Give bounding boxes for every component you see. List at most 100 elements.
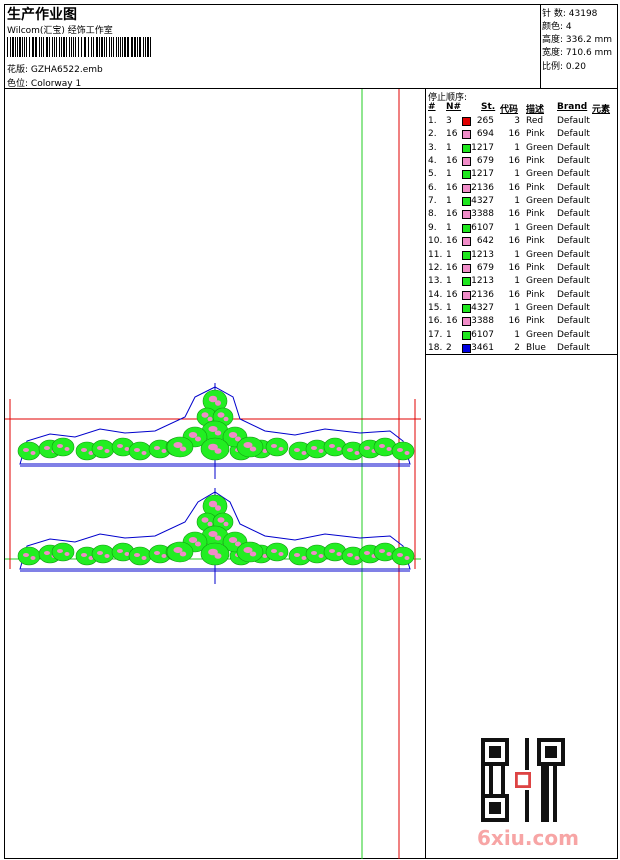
- cell-st: 694: [476, 129, 494, 140]
- cell-desc: Red: [526, 116, 544, 126]
- design-file: GZHA6522.emb: [30, 65, 103, 75]
- cell-brand: Default: [557, 249, 590, 260]
- cell-brand: Default: [557, 196, 590, 207]
- cell-st: 3388: [471, 316, 494, 327]
- table-divider: [425, 89, 426, 859]
- meta-height: 高度: 336.2 mm: [542, 35, 613, 45]
- page-title: 生产作业图: [7, 7, 77, 23]
- cell-n: 16: [446, 129, 458, 140]
- cell-n: 2: [446, 342, 452, 353]
- cell-desc: Green: [526, 329, 554, 340]
- cell-idx: 12.: [428, 262, 443, 273]
- color-swatch: [462, 237, 471, 247]
- cell-st: 1213: [471, 249, 494, 260]
- cell-brand: Default: [557, 116, 590, 126]
- cell-n: 16: [446, 289, 458, 300]
- color-swatch: [462, 197, 471, 207]
- cell-n: 16: [446, 236, 458, 247]
- cell-idx: 13.: [428, 276, 443, 287]
- color-swatch: [462, 210, 471, 220]
- cell-st: 6107: [471, 222, 494, 233]
- color-swatch: [462, 317, 471, 327]
- cell-brand: Default: [557, 129, 590, 140]
- cell-n: 3: [446, 116, 452, 126]
- cell-st: 2136: [471, 182, 494, 193]
- cell-n: 1: [446, 196, 452, 207]
- company-name: Wilcom(汇宝) 经饰工作室: [7, 26, 113, 36]
- col-header-code: 代码: [500, 105, 519, 115]
- cell-st: 3461: [471, 342, 494, 353]
- cell-idx: 4.: [428, 156, 437, 167]
- cell-brand: Default: [557, 329, 590, 340]
- cell-idx: 14.: [428, 289, 443, 300]
- cell-n: 1: [446, 276, 452, 287]
- cell-code: 16: [508, 316, 520, 327]
- cell-n: 1: [446, 169, 452, 180]
- cell-desc: Green: [526, 249, 554, 260]
- cell-idx: 2.: [428, 129, 437, 140]
- barcode-icon: [7, 37, 151, 57]
- color-swatch: [462, 263, 471, 273]
- cell-desc: Green: [526, 142, 554, 153]
- cell-st: 1213: [471, 276, 494, 287]
- color-swatch: [462, 330, 471, 340]
- color-swatch: [462, 170, 471, 180]
- cell-idx: 9.: [428, 222, 437, 233]
- color-swatch: [462, 117, 471, 126]
- cell-code: 1: [514, 142, 520, 153]
- col-header-brand: Brand: [557, 102, 588, 112]
- cell-n: 1: [446, 222, 452, 233]
- cell-st: 642: [476, 236, 494, 247]
- embroidery-design-preview: [5, 89, 421, 859]
- cell-st: 4327: [471, 302, 494, 313]
- cell-st: 679: [476, 156, 494, 167]
- cell-desc: Green: [526, 196, 554, 207]
- cell-desc: Pink: [526, 129, 545, 140]
- meta-colors: 颜色: 4: [542, 22, 572, 32]
- cell-idx: 18.: [428, 342, 443, 353]
- cell-idx: 15.: [428, 302, 443, 313]
- color-swatch: [462, 343, 471, 353]
- cell-brand: Default: [557, 169, 590, 180]
- cell-n: 1: [446, 302, 452, 313]
- meta-stitches: 针 数: 43198: [542, 9, 598, 19]
- color-swatch: [462, 130, 471, 140]
- cell-desc: Green: [526, 302, 554, 313]
- cell-n: 1: [446, 142, 452, 153]
- cell-code: 1: [514, 169, 520, 180]
- watermark: 6xiu.com: [477, 826, 579, 850]
- cell-desc: Green: [526, 222, 554, 233]
- table-bottom-divider: [425, 354, 617, 355]
- cell-brand: Default: [557, 276, 590, 287]
- cell-n: 16: [446, 182, 458, 193]
- cell-idx: 16.: [428, 316, 443, 327]
- cell-code: 16: [508, 156, 520, 167]
- cell-desc: Blue: [526, 342, 546, 353]
- cell-brand: Default: [557, 302, 590, 313]
- cell-desc: Pink: [526, 236, 545, 247]
- col-header-desc: 描述: [526, 105, 545, 115]
- cell-code: 3: [514, 116, 520, 126]
- cell-code: 1: [514, 249, 520, 260]
- cell-idx: 8.: [428, 209, 437, 220]
- cell-desc: Pink: [526, 156, 545, 167]
- cell-brand: Default: [557, 289, 590, 300]
- cell-code: 2: [514, 342, 520, 353]
- cell-st: 6107: [471, 329, 494, 340]
- color-swatch: [462, 250, 471, 260]
- col-header-needle: N#: [446, 102, 462, 112]
- col-header-stitches: St.: [481, 102, 496, 112]
- cell-brand: Default: [557, 209, 590, 220]
- color-swatch: [462, 277, 471, 287]
- cell-code: 16: [508, 129, 520, 140]
- color-swatch: [462, 290, 471, 300]
- cell-st: 679: [476, 262, 494, 273]
- cell-code: 1: [514, 222, 520, 233]
- cell-brand: Default: [557, 316, 590, 327]
- cell-desc: Green: [526, 276, 554, 287]
- cell-desc: Pink: [526, 209, 545, 220]
- cell-n: 16: [446, 262, 458, 273]
- design-file-line: 花版: GZHA6522.emb: [7, 62, 103, 75]
- cell-code: 1: [514, 329, 520, 340]
- color-swatch: [462, 303, 471, 313]
